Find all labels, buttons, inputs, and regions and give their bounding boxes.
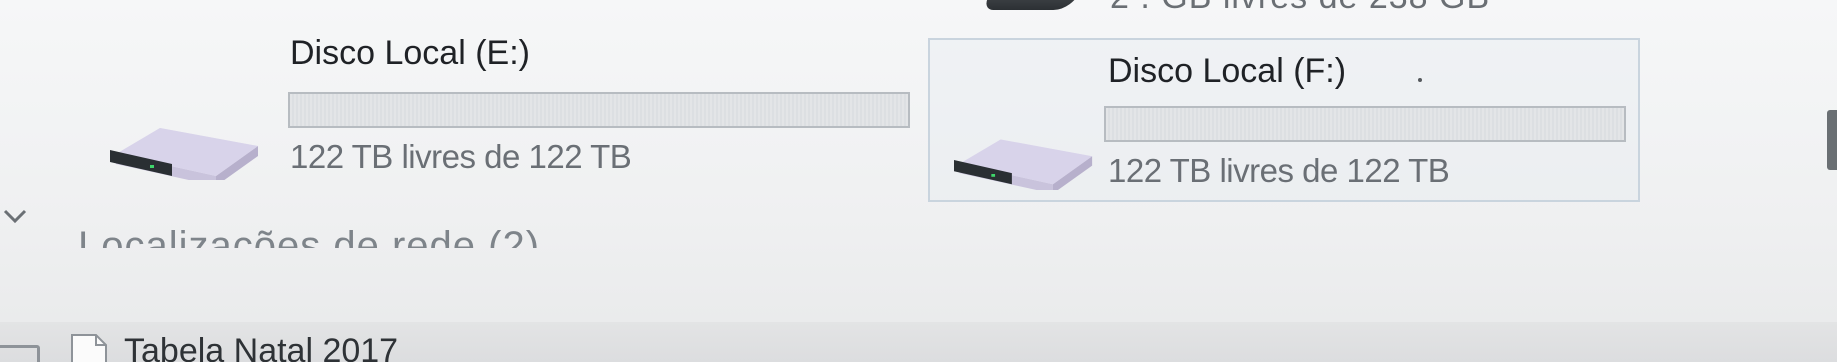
drive-tile-f[interactable]: Disco Local (F:) 122 TB livres de 122 TB [928,38,1640,202]
drive-icon-partial [983,0,1087,10]
file-explorer-view: 2 . GB livres de 238 GB Disco Local (E:)… [0,0,1837,362]
drive-name: Disco Local (E:) [290,34,530,72]
hard-drive-icon [954,139,1093,190]
drive-name: Disco Local (F:) [1108,52,1347,90]
scrollbar-edge[interactable] [1827,110,1837,170]
drive-tile-e[interactable]: Disco Local (E:) 122 TB livres de 122 TB [110,30,910,190]
file-name[interactable]: Tabela Natal 2017 [124,332,398,362]
row-checkbox[interactable] [0,345,40,362]
hard-drive-icon [110,128,258,180]
chevron-down-icon[interactable] [2,206,28,226]
document-icon [71,334,107,362]
drive-usage-bar [288,92,910,128]
pointer-mark [1418,78,1422,82]
drive-space-partial: 2 . GB livres de 238 GB [1110,0,1490,17]
drive-usage-bar [1104,106,1626,142]
drive-free-space: 122 TB livres de 122 TB [290,138,632,175]
drive-free-space: 122 TB livres de 122 TB [1108,152,1450,189]
section-header-label: Localizações de rede (2) [78,224,541,248]
network-locations-header[interactable]: Localizações de rede (2) [78,222,540,248]
